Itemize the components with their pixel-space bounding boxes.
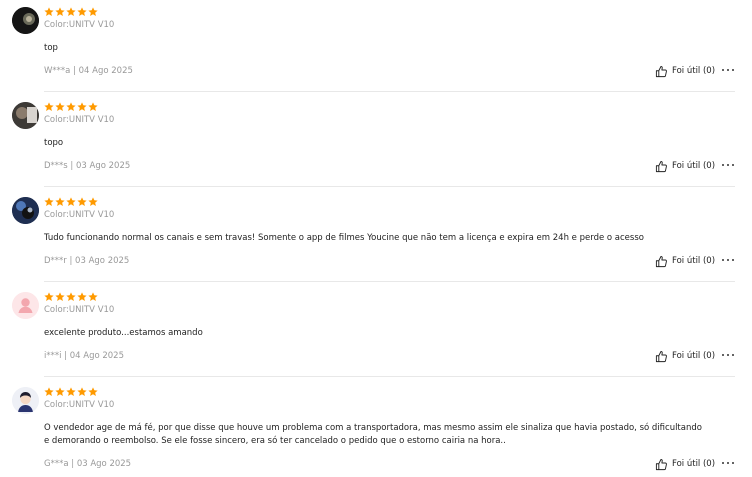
star-icon (66, 102, 76, 111)
review-meta: D***s | 03 Ago 2025 (44, 161, 131, 171)
star-icon (44, 7, 54, 17)
review-text: O vendedor age de má fé, por que disse q… (44, 423, 702, 446)
divider (44, 91, 735, 92)
star-icon (77, 292, 87, 301)
divider (44, 376, 735, 377)
rating-stars (44, 197, 98, 207)
reviewer-avatar (12, 102, 39, 129)
review-text: topo (44, 138, 64, 148)
star-icon (44, 197, 54, 206)
star-icon (66, 7, 76, 17)
rating-stars (44, 387, 98, 397)
rating-stars (44, 292, 98, 302)
star-icon (66, 197, 76, 206)
thumbs-up-icon (655, 65, 667, 77)
helpful-button[interactable]: Foi útil (0) (655, 159, 715, 173)
thumbs-up-icon (655, 160, 667, 172)
review-text: top (44, 43, 58, 53)
star-icon (66, 292, 76, 301)
star-icon (77, 102, 87, 111)
review-meta: D***r | 03 Ago 2025 (44, 256, 130, 266)
product-variant: Color:UNITV V10 (44, 305, 115, 315)
review-meta: i***i | 04 Ago 2025 (44, 351, 125, 361)
more-icon[interactable] (722, 458, 734, 468)
star-icon (77, 387, 87, 396)
more-icon[interactable] (722, 255, 734, 265)
default-user-icon (12, 292, 39, 319)
helpful-label: Foi útil (0) (672, 351, 716, 361)
star-icon (44, 292, 54, 301)
divider (44, 186, 735, 187)
star-icon (88, 102, 98, 111)
star-icon (44, 387, 54, 396)
star-icon (44, 102, 54, 111)
product-variant: Color:UNITV V10 (44, 400, 115, 410)
thumbs-up-icon (655, 255, 667, 267)
divider (44, 281, 735, 282)
helpful-button[interactable]: Foi útil (0) (655, 254, 715, 268)
review-item: Color:UNITV V10 top W***a | 04 Ago 2025 … (0, 7, 752, 92)
review-text: excelente produto...estamos amando (44, 328, 203, 338)
star-icon (77, 7, 87, 17)
review-text: Tudo funcionando normal os canais e sem … (44, 233, 644, 243)
star-icon (55, 7, 65, 17)
star-icon (55, 292, 65, 301)
helpful-label: Foi útil (0) (672, 66, 716, 76)
star-icon (55, 197, 65, 206)
review-item: Color:UNITV V10 Tudo funcionando normal … (0, 197, 752, 282)
reviewer-avatar (12, 387, 39, 414)
star-icon (55, 102, 65, 111)
helpful-label: Foi útil (0) (672, 161, 716, 171)
helpful-label: Foi útil (0) (672, 256, 716, 266)
more-icon[interactable] (722, 350, 734, 360)
review-item: Color:UNITV V10 O vendedor age de má fé,… (0, 387, 752, 477)
helpful-label: Foi útil (0) (672, 459, 716, 469)
rating-stars (44, 7, 98, 17)
review-meta: W***a | 04 Ago 2025 (44, 66, 133, 76)
star-icon (88, 387, 98, 396)
star-icon (77, 197, 87, 206)
star-icon (88, 7, 98, 17)
reviewer-avatar (12, 7, 39, 34)
product-variant: Color:UNITV V10 (44, 115, 115, 125)
review-item: Color:UNITV V10 excelente produto...esta… (0, 292, 752, 377)
more-icon[interactable] (722, 65, 734, 75)
reviewer-avatar (12, 197, 39, 224)
helpful-button[interactable]: Foi útil (0) (655, 64, 715, 78)
thumbs-up-icon (655, 350, 667, 362)
star-icon (88, 197, 98, 206)
star-icon (66, 387, 76, 396)
thumbs-up-icon (655, 458, 667, 470)
product-variant: Color:UNITV V10 (44, 210, 115, 220)
more-icon[interactable] (722, 160, 734, 170)
rating-stars (44, 102, 98, 112)
review-meta: G***a | 03 Ago 2025 (44, 459, 132, 469)
star-icon (55, 387, 65, 396)
product-variant: Color:UNITV V10 (44, 20, 115, 30)
star-icon (88, 292, 98, 301)
helpful-button[interactable]: Foi útil (0) (655, 349, 715, 363)
helpful-button[interactable]: Foi útil (0) (655, 457, 715, 471)
review-item: Color:UNITV V10 topo D***s | 03 Ago 2025… (0, 102, 752, 187)
